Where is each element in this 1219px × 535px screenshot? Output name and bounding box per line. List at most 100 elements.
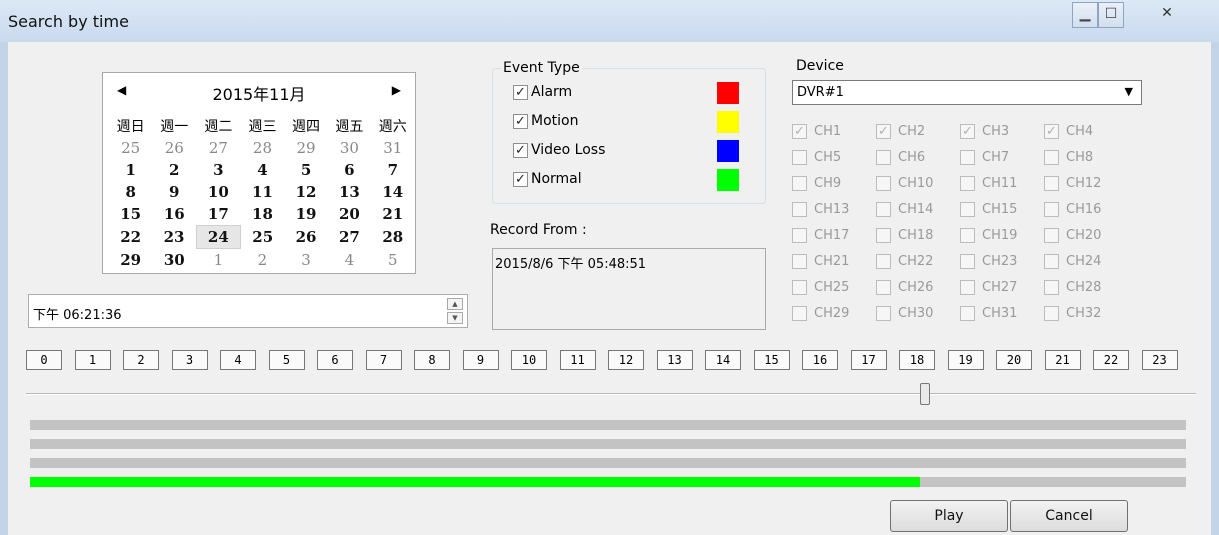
- calendar-day[interactable]: 29: [284, 137, 327, 159]
- calendar-day[interactable]: 20: [328, 203, 371, 226]
- channel-checkbox-ch29[interactable]: [792, 306, 807, 321]
- calendar-day[interactable]: 15: [109, 203, 152, 226]
- calendar-day[interactable]: 30: [328, 137, 371, 159]
- channel-checkbox-ch9[interactable]: [792, 176, 807, 191]
- event-alarm-checkbox[interactable]: ✓: [513, 85, 528, 100]
- calendar-day[interactable]: 28: [241, 137, 285, 159]
- channel-checkbox-ch1[interactable]: ✓: [792, 124, 807, 139]
- channel-checkbox-ch7[interactable]: [960, 150, 975, 165]
- channel-checkbox-ch3[interactable]: ✓: [960, 124, 975, 139]
- calendar-day[interactable]: 11: [241, 181, 285, 203]
- channel-checkbox-ch25[interactable]: [792, 280, 807, 295]
- calendar-day[interactable]: 3: [284, 249, 327, 272]
- hour-cell[interactable]: 21: [1044, 350, 1081, 370]
- calendar-day[interactable]: 23: [152, 226, 196, 249]
- channel-checkbox-ch27[interactable]: [960, 280, 975, 295]
- hour-cell[interactable]: 8: [414, 350, 450, 370]
- calendar-day[interactable]: 26: [152, 137, 196, 159]
- maximize-button[interactable]: ☐: [1098, 2, 1124, 28]
- time-input[interactable]: 下午 06:21:36 ▲ ▼: [28, 294, 468, 328]
- calendar-day[interactable]: 27: [196, 137, 240, 159]
- hour-cell[interactable]: 6: [317, 350, 353, 370]
- event-normal-checkbox[interactable]: ✓: [513, 172, 528, 187]
- hour-cell[interactable]: 7: [365, 350, 402, 370]
- calendar-day[interactable]: 31: [371, 137, 414, 159]
- calendar-day[interactable]: 22: [109, 226, 152, 249]
- calendar-day[interactable]: 2: [152, 159, 196, 181]
- hour-cell[interactable]: 12: [608, 350, 644, 370]
- chevron-down-icon[interactable]: ▼: [1125, 85, 1133, 98]
- time-spinner[interactable]: ▲ ▼: [447, 298, 463, 324]
- hour-cell[interactable]: 5: [268, 350, 305, 370]
- play-button[interactable]: Play: [890, 500, 1008, 532]
- timeline-slider-thumb[interactable]: [919, 383, 930, 405]
- channel-checkbox-ch14[interactable]: [876, 202, 891, 217]
- channel-checkbox-ch32[interactable]: [1044, 306, 1059, 321]
- hour-cell[interactable]: 3: [171, 350, 208, 370]
- minimize-button[interactable]: ▁: [1072, 2, 1098, 28]
- calendar-day[interactable]: 28: [371, 226, 414, 249]
- channel-checkbox-ch11[interactable]: [960, 176, 975, 191]
- hour-cell[interactable]: 22: [1093, 350, 1129, 370]
- hour-cell[interactable]: 11: [559, 350, 596, 370]
- hour-cell[interactable]: 10: [511, 350, 547, 370]
- channel-checkbox-ch12[interactable]: [1044, 176, 1059, 191]
- spin-down-icon[interactable]: ▼: [447, 312, 463, 324]
- calendar-day[interactable]: 26: [284, 226, 327, 249]
- event-color-swatch[interactable]: [717, 140, 739, 162]
- calendar-day[interactable]: 14: [371, 181, 414, 203]
- hour-cell[interactable]: 17: [850, 350, 887, 370]
- hour-cell[interactable]: 1: [74, 350, 111, 370]
- calendar-day[interactable]: 3: [196, 159, 240, 181]
- calendar-day[interactable]: 10: [196, 181, 240, 203]
- event-color-swatch[interactable]: [717, 169, 739, 191]
- channel-checkbox-ch24[interactable]: [1044, 254, 1059, 269]
- event-video-loss-checkbox[interactable]: ✓: [513, 143, 528, 158]
- hour-cell[interactable]: 23: [1141, 350, 1178, 370]
- calendar-day[interactable]: 4: [328, 249, 371, 272]
- calendar-day[interactable]: 21: [371, 203, 414, 226]
- channel-checkbox-ch4[interactable]: ✓: [1044, 124, 1059, 139]
- calendar-day[interactable]: 18: [241, 203, 285, 226]
- calendar-day[interactable]: 19: [284, 203, 327, 226]
- channel-checkbox-ch20[interactable]: [1044, 228, 1059, 243]
- channel-checkbox-ch15[interactable]: [960, 202, 975, 217]
- hour-cell[interactable]: 2: [123, 350, 159, 370]
- calendar-day[interactable]: 8: [109, 181, 152, 203]
- calendar-day[interactable]: 29: [109, 249, 152, 272]
- calendar-day[interactable]: 9: [152, 181, 196, 203]
- channel-checkbox-ch13[interactable]: [792, 202, 807, 217]
- channel-checkbox-ch30[interactable]: [876, 306, 891, 321]
- calendar-day[interactable]: 4: [241, 159, 285, 181]
- channel-checkbox-ch6[interactable]: [876, 150, 891, 165]
- calendar-day[interactable]: 25: [241, 226, 285, 249]
- hour-cell[interactable]: 15: [753, 350, 790, 370]
- channel-checkbox-ch2[interactable]: ✓: [876, 124, 891, 139]
- channel-checkbox-ch8[interactable]: [1044, 150, 1059, 165]
- calendar-day[interactable]: 1: [196, 249, 240, 272]
- channel-checkbox-ch5[interactable]: [792, 150, 807, 165]
- spin-up-icon[interactable]: ▲: [447, 298, 463, 310]
- calendar-day[interactable]: 2: [241, 249, 285, 272]
- next-month-icon[interactable]: ▶: [392, 83, 401, 97]
- calendar-day-selected[interactable]: 24: [195, 225, 242, 249]
- channel-checkbox-ch16[interactable]: [1044, 202, 1059, 217]
- channel-checkbox-ch28[interactable]: [1044, 280, 1059, 295]
- calendar-day[interactable]: 1: [109, 159, 152, 181]
- channel-checkbox-ch21[interactable]: [792, 254, 807, 269]
- hour-cell[interactable]: 16: [802, 350, 838, 370]
- channel-checkbox-ch17[interactable]: [792, 228, 807, 243]
- calendar-day[interactable]: 5: [371, 249, 414, 272]
- event-motion-checkbox[interactable]: ✓: [513, 114, 528, 129]
- calendar-day[interactable]: 25: [109, 137, 152, 159]
- event-color-swatch[interactable]: [717, 111, 739, 133]
- channel-checkbox-ch10[interactable]: [876, 176, 891, 191]
- close-button[interactable]: ✕: [1126, 2, 1208, 28]
- hour-cell[interactable]: 0: [26, 350, 62, 370]
- calendar-day[interactable]: 7: [371, 159, 414, 181]
- event-color-swatch[interactable]: [717, 82, 739, 104]
- channel-checkbox-ch22[interactable]: [876, 254, 891, 269]
- timeline-slider-track[interactable]: [26, 393, 1196, 395]
- channel-checkbox-ch31[interactable]: [960, 306, 975, 321]
- hour-cell[interactable]: 18: [899, 350, 935, 370]
